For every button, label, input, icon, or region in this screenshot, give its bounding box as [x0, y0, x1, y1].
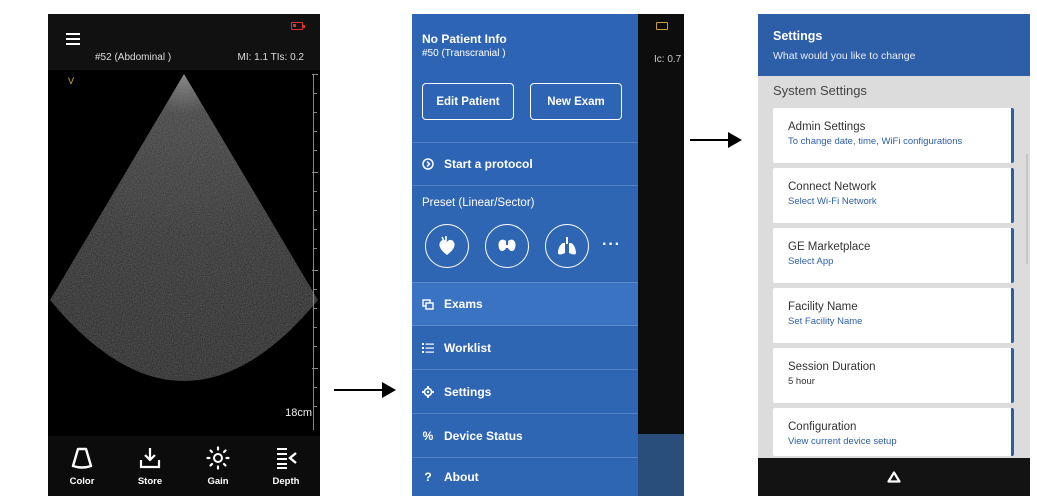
- preset-lung-button[interactable]: [545, 224, 589, 268]
- store-label: Store: [137, 476, 163, 487]
- card-subtitle: Select App: [788, 256, 834, 267]
- battery-low-icon: [291, 22, 305, 30]
- preset-label: #52 (Abdominal ): [95, 52, 172, 63]
- thyroid-icon: [498, 239, 516, 251]
- ultrasound-image[interactable]: [48, 70, 320, 436]
- percent-icon: %: [422, 428, 434, 443]
- background-readout: Ic: 0.7: [654, 54, 682, 65]
- card-title: Facility Name: [788, 301, 858, 313]
- question-icon: ?: [424, 470, 432, 484]
- settings-screen: Settings What would you like to change S…: [758, 14, 1030, 496]
- flow-arrow: [334, 382, 396, 398]
- exams-label: Exams: [444, 297, 483, 311]
- card-title: Connect Network: [788, 181, 877, 193]
- menu-item-device-status[interactable]: % Device Status: [412, 414, 638, 458]
- card-subtitle: To change date, time, WiFi configuration…: [788, 136, 963, 147]
- configuration-card[interactable]: Configuration View current device setup: [773, 408, 1014, 456]
- probe-icon: [71, 447, 93, 469]
- exam-preset: #50 (Transcranial ): [422, 48, 506, 59]
- gain-label: Gain: [207, 476, 229, 487]
- play-circle-icon: [422, 158, 434, 170]
- settings-label: Settings: [444, 384, 492, 399]
- device-status-label: Device Status: [444, 428, 523, 443]
- worklist-label: Worklist: [444, 340, 492, 355]
- settings-header: Settings What would you like to change: [758, 14, 1030, 76]
- depth-readout: 18cm: [285, 407, 312, 419]
- card-title: Admin Settings: [788, 121, 866, 133]
- preset-section-label: Preset (Linear/Sector): [422, 197, 535, 209]
- admin-settings-card[interactable]: Admin Settings To change date, time, WiF…: [773, 108, 1014, 163]
- depth-button[interactable]: Depth: [252, 436, 320, 496]
- card-value: 5 hour: [788, 376, 815, 387]
- page-subtitle: What would you like to change: [773, 50, 916, 62]
- preset-thyroid-button[interactable]: [485, 224, 529, 268]
- sun-icon: [206, 446, 230, 470]
- card-subtitle: Select Wi-Fi Network: [788, 196, 877, 207]
- color-button[interactable]: Color: [48, 436, 116, 496]
- settings-footer: [758, 458, 1030, 496]
- card-title: GE Marketplace: [788, 241, 871, 253]
- session-duration-card[interactable]: Session Duration 5 hour: [773, 348, 1014, 403]
- gear-icon: [422, 385, 434, 398]
- card-subtitle: View current device setup: [788, 436, 897, 447]
- mi-tis-readout: MI: 1.1 TIs: 0.2: [237, 52, 304, 63]
- patient-name: No Patient Info: [422, 32, 507, 46]
- list-icon: [422, 342, 434, 354]
- exams-icon: [422, 298, 434, 310]
- depth-lines-icon: [277, 448, 297, 469]
- imaging-header: #52 (Abdominal ) MI: 1.1 TIs: 0.2: [48, 14, 320, 70]
- background-toolbar: [638, 434, 684, 496]
- flow-arrow: [690, 132, 742, 148]
- depth-label: Depth: [272, 476, 300, 487]
- section-heading: System Settings: [773, 83, 867, 98]
- orientation-marker: V: [68, 76, 75, 86]
- card-title: Session Duration: [788, 361, 876, 373]
- page-title: Settings: [773, 29, 823, 43]
- download-tray-icon: [139, 448, 161, 469]
- start-protocol-label: Start a protocol: [444, 157, 533, 171]
- drawer-screen: Ic: 0.7 No Patient Info #50 (Transcrania…: [412, 14, 684, 496]
- lung-icon: [558, 237, 576, 255]
- menu-item-worklist[interactable]: Worklist: [412, 326, 638, 370]
- new-exam-button[interactable]: New Exam: [530, 83, 622, 120]
- menu-item-about[interactable]: ? About: [412, 458, 638, 496]
- store-button[interactable]: Store: [116, 436, 184, 496]
- menu-item-exams[interactable]: Exams: [412, 282, 638, 326]
- start-protocol-item[interactable]: Start a protocol: [412, 142, 638, 186]
- depth-ruler: [312, 74, 318, 430]
- ge-marketplace-card[interactable]: GE Marketplace Select App: [773, 228, 1014, 283]
- card-subtitle: Set Facility Name: [788, 316, 863, 327]
- sector-scan-image: [50, 74, 318, 381]
- edit-patient-button[interactable]: Edit Patient: [422, 83, 514, 120]
- gain-button[interactable]: Gain: [184, 436, 252, 496]
- battery-charging-icon: [656, 22, 668, 30]
- about-label: About: [444, 470, 479, 484]
- connect-network-card[interactable]: Connect Network Select Wi-Fi Network: [773, 168, 1014, 223]
- more-presets-button[interactable]: ···: [602, 236, 621, 254]
- preset-cardiac-button[interactable]: [425, 224, 469, 268]
- imaging-screen: #52 (Abdominal ) MI: 1.1 TIs: 0.2 V 18cm…: [48, 14, 320, 496]
- menu-item-settings[interactable]: Settings: [412, 370, 638, 414]
- cardiac-icon: [439, 236, 455, 255]
- card-title: Configuration: [788, 421, 857, 433]
- facility-name-card[interactable]: Facility Name Set Facility Name: [773, 288, 1014, 343]
- scrollbar[interactable]: [1026, 154, 1028, 264]
- imaging-toolbar: Color Store Gain Depth: [48, 436, 320, 496]
- color-label: Color: [69, 476, 95, 487]
- navigation-drawer: No Patient Info #50 (Transcranial ) Edit…: [412, 14, 638, 496]
- triangle-up-icon[interactable]: [887, 471, 901, 483]
- hamburger-menu-icon[interactable]: [66, 33, 80, 45]
